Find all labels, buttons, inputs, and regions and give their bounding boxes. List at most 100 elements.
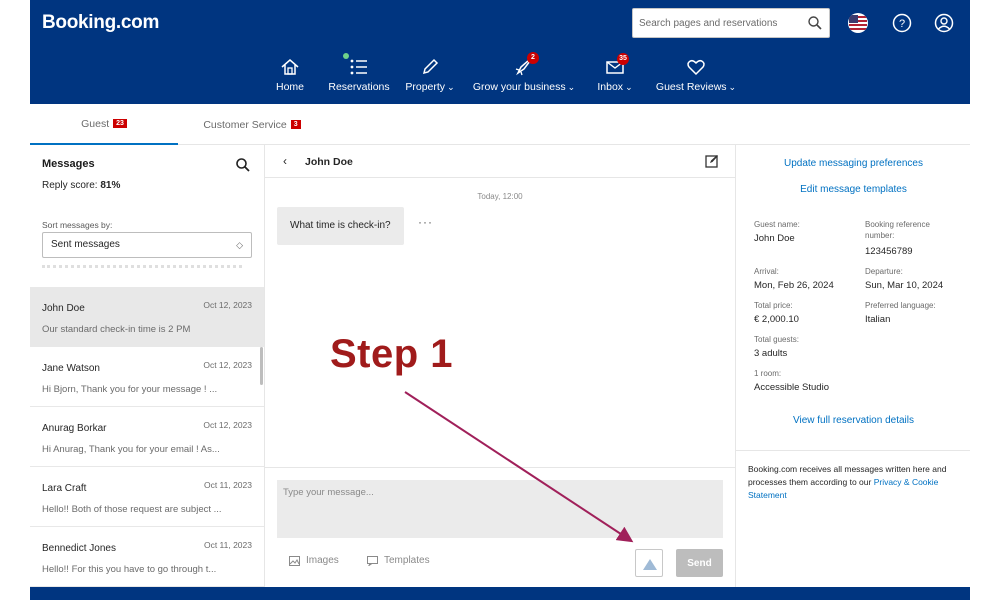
- nav-inbox[interactable]: 35 Inbox ⌄: [593, 53, 637, 96]
- conversation-preview: Our standard check-in time is 2 PM: [42, 324, 191, 335]
- chevron-down-icon: ⌄: [728, 82, 737, 92]
- booking-ref-value: 123456789: [865, 246, 913, 257]
- room-value: Accessible Studio: [754, 382, 829, 393]
- more-options-icon[interactable]: ···: [418, 215, 433, 229]
- templates-label: Templates: [384, 555, 430, 566]
- image-icon: [289, 555, 300, 566]
- conversation-item[interactable]: Jane Watson Oct 12, 2023 Hi Bjorn, Thank…: [30, 347, 264, 407]
- attach-images-button[interactable]: Images: [289, 555, 339, 566]
- template-icon: [367, 555, 378, 566]
- message-timestamp: Today, 12:00: [477, 192, 523, 201]
- nav-home[interactable]: Home: [275, 56, 305, 96]
- notification-badge: 35: [617, 53, 629, 65]
- nav-label: Inbox: [597, 81, 624, 93]
- nav-label: Home: [275, 81, 304, 93]
- help-icon[interactable]: ?: [892, 13, 912, 33]
- step-annotation: Step 1: [330, 332, 454, 376]
- language-value: Italian: [865, 314, 891, 325]
- search-icon[interactable]: [235, 157, 251, 173]
- nav-reservations[interactable]: Reservations: [328, 53, 390, 96]
- arrival-value: Mon, Feb 26, 2024: [754, 280, 834, 291]
- tab-customer-service[interactable]: Customer Service 3: [178, 104, 326, 145]
- compose-icon[interactable]: [705, 154, 719, 168]
- search-icon[interactable]: [807, 15, 823, 31]
- conversation-date: Oct 11, 2023: [203, 540, 252, 550]
- guest-name-value: John Doe: [754, 233, 795, 244]
- sort-select-value: Sent messages: [51, 239, 120, 250]
- booking-ref-label: Booking reference number:: [865, 220, 930, 240]
- total-price-value: € 2,000.10: [754, 314, 799, 325]
- tab-guest[interactable]: Guest 23: [30, 104, 178, 145]
- nav-grow-business[interactable]: 2 Grow your business ⌄: [470, 52, 578, 96]
- messages-panel: Messages Reply score: 81% Sort messages …: [30, 145, 265, 587]
- tab-badge: 3: [290, 120, 301, 129]
- nav-property[interactable]: Property ⌄: [402, 56, 458, 96]
- expand-button[interactable]: [635, 549, 663, 577]
- conversation-name: Lara Craft: [42, 483, 87, 494]
- search-input[interactable]: [639, 9, 799, 37]
- nav-label: Reservations: [328, 81, 390, 93]
- account-icon[interactable]: [934, 13, 954, 33]
- conversation-item[interactable]: John Doe Oct 12, 2023 Our standard check…: [30, 287, 264, 347]
- guest-message-bubble: What time is check-in?: [277, 207, 404, 245]
- booking-extranet-window: Booking.com ? Home: [30, 0, 970, 600]
- svg-text:?: ?: [899, 18, 905, 30]
- update-preferences-link[interactable]: Update messaging preferences: [736, 158, 970, 169]
- edit-templates-link[interactable]: Edit message templates: [736, 184, 970, 195]
- booking-logo[interactable]: Booking.com: [42, 12, 159, 34]
- messages-title: Messages: [42, 158, 95, 170]
- total-guests-value: 3 adults: [754, 348, 788, 359]
- conversation-header: ‹ John Doe: [265, 145, 735, 178]
- back-arrow-icon[interactable]: ‹: [283, 154, 287, 168]
- view-reservation-link[interactable]: View full reservation details: [736, 415, 970, 426]
- tab-badge: 23: [113, 119, 127, 128]
- templates-button[interactable]: Templates: [367, 555, 430, 566]
- conversation-date: Oct 12, 2023: [203, 300, 252, 310]
- departure-value: Sun, Mar 10, 2024: [865, 280, 944, 291]
- rooms-label: 1 room:: [754, 369, 782, 378]
- conversation-item[interactable]: Lara Craft Oct 11, 2023 Hello!! Both of …: [30, 467, 264, 527]
- nav-label: Property: [405, 81, 446, 93]
- notification-badge: 2: [527, 52, 539, 64]
- conversation-name: Bennedict Jones: [42, 543, 116, 554]
- conversation-title: John Doe: [305, 156, 353, 168]
- sort-label: Sort messages by:: [42, 220, 113, 230]
- conversation-date: Oct 11, 2023: [203, 480, 252, 490]
- attach-images-label: Images: [306, 555, 339, 566]
- total-price-label: Total price:: [754, 301, 793, 310]
- new-indicator-dot: [343, 53, 349, 59]
- screen: Booking.com ? Home: [0, 0, 1000, 600]
- conversation-preview: Hello!! For this you have to go through …: [42, 564, 217, 575]
- heart-icon: [687, 59, 705, 76]
- reply-score-value: 81%: [100, 180, 121, 191]
- conversation-item[interactable]: Bennedict Jones Oct 11, 2023 Hello!! For…: [30, 527, 264, 587]
- divider: [736, 450, 970, 451]
- tab-label: Customer Service: [203, 118, 287, 131]
- scrolled-row-remnant: [42, 265, 242, 271]
- message-input[interactable]: [277, 480, 723, 538]
- sort-select[interactable]: Sent messages ◇: [42, 232, 252, 258]
- conversation-name: John Doe: [42, 303, 85, 314]
- message-composer: Images Templates Send: [265, 467, 735, 587]
- departure-label: Departure:: [865, 267, 903, 276]
- conversation-date: Oct 12, 2023: [203, 420, 252, 430]
- search-box[interactable]: [632, 8, 830, 38]
- nav-label: Guest Reviews: [655, 81, 727, 93]
- list-icon: [350, 59, 367, 75]
- chevron-down-icon: ⌄: [567, 82, 576, 92]
- reservation-details-panel: Update messaging preferences Edit messag…: [735, 145, 970, 587]
- send-button[interactable]: Send: [676, 549, 723, 577]
- chevron-down-icon: ⌄: [625, 82, 633, 92]
- scrollbar[interactable]: [260, 347, 263, 385]
- conversation-name: Jane Watson: [42, 363, 100, 374]
- guest-name-label: Guest name:: [754, 220, 800, 229]
- conversation-name: Anurag Borkar: [42, 423, 107, 434]
- chevron-down-icon: ⌄: [447, 82, 455, 92]
- conversation-preview: Hi Bjorn, Thank you for your message ! .…: [42, 384, 218, 395]
- flag-icon[interactable]: [848, 13, 868, 33]
- nav-guest-reviews[interactable]: Guest Reviews ⌄: [654, 56, 738, 96]
- triangle-up-icon: [643, 559, 657, 570]
- top-bar: Booking.com ? Home: [30, 0, 970, 104]
- pencil-icon: [422, 58, 439, 75]
- conversation-item[interactable]: Anurag Borkar Oct 12, 2023 Hi Anurag, Th…: [30, 407, 264, 467]
